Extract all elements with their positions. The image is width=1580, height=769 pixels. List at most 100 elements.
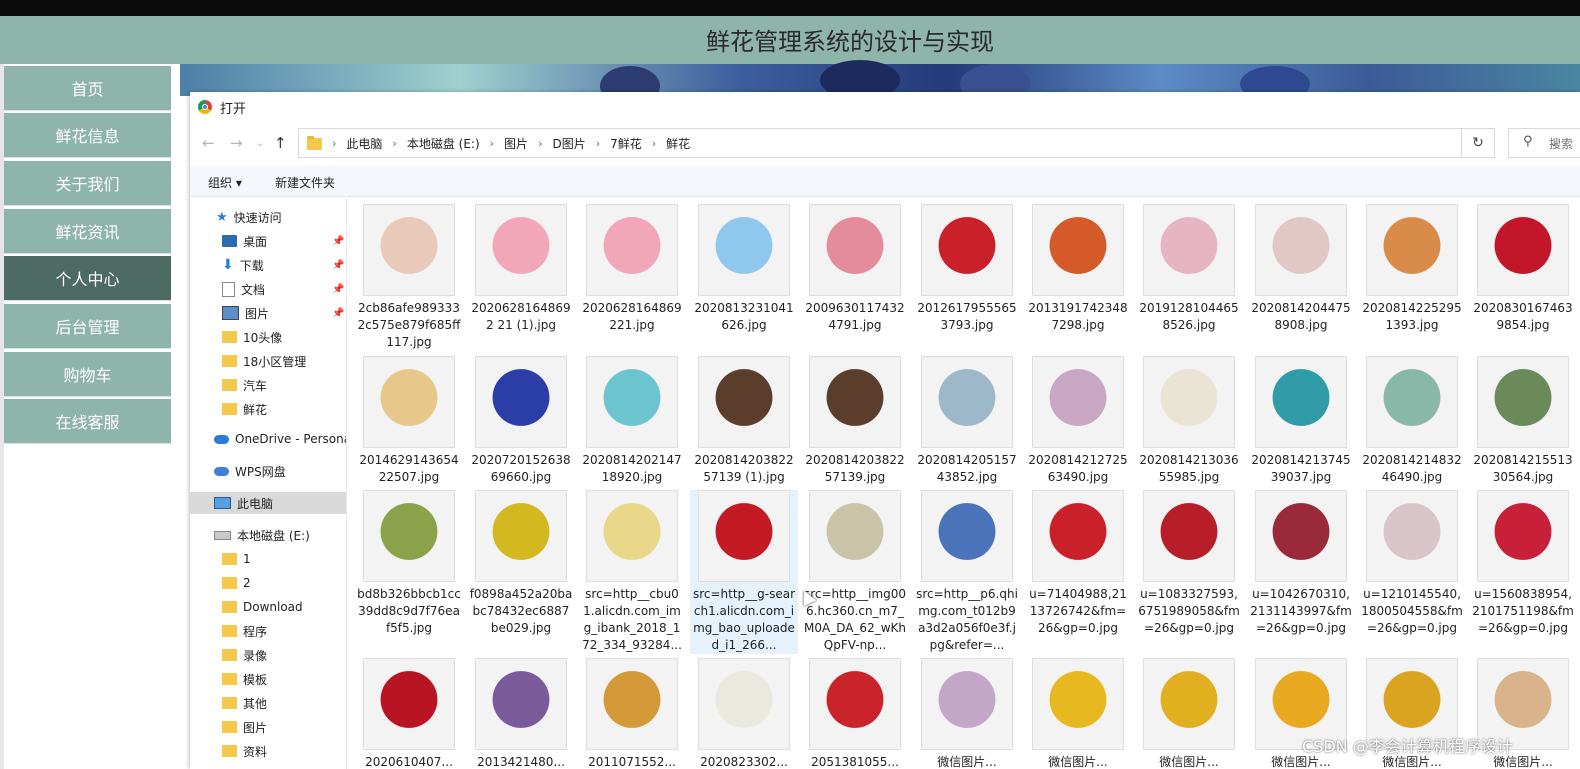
file-item[interactable]: src=http__img006.hc360.cn_m7_M0A_DA_62_w… (801, 490, 909, 654)
image-thumbnail (1143, 490, 1235, 582)
file-item[interactable]: 202081420382257139 (1).jpg (690, 356, 798, 486)
file-item[interactable]: 202081421303655985.jpg (1135, 356, 1243, 486)
file-item[interactable]: 2020813231041626.jpg (690, 204, 798, 334)
breadcrumb-item[interactable]: D图片 (552, 135, 585, 152)
up-arrow-icon[interactable]: ↑ (274, 134, 287, 152)
breadcrumb-separator[interactable]: › (490, 137, 494, 150)
file-item[interactable]: u=1083327593,6751989058&fm=26&gp=0.jpg (1135, 490, 1243, 637)
nav-cart[interactable]: 购物车 (4, 352, 171, 396)
file-item[interactable]: 201462914365422507.jpg (355, 356, 463, 486)
breadcrumb-item[interactable]: 7鲜花 (610, 135, 642, 152)
file-item[interactable]: 202081421483246490.jpg (1358, 356, 1466, 486)
nav-folder-item[interactable]: 1 (190, 548, 346, 570)
nav-flower-info[interactable]: 鲜花信息 (4, 113, 171, 157)
file-item[interactable]: 20208142044758908.jpg (1247, 204, 1355, 334)
search-input[interactable]: ⚲ 搜索 (1508, 128, 1580, 158)
nav-onedrive[interactable]: OneDrive - Persona (190, 428, 346, 450)
file-name: f0898a452a20babc78432ec6887be029.jpg (469, 587, 573, 635)
nav-folder-item[interactable]: 录像 (190, 644, 346, 666)
forward-arrow-icon[interactable]: → (230, 134, 243, 152)
nav-desktop[interactable]: 桌面 📌 (190, 230, 346, 252)
file-item[interactable]: 202081420515743852.jpg (913, 356, 1021, 486)
file-item[interactable]: 2020610407... (355, 658, 463, 769)
breadcrumb-item[interactable]: 本地磁盘 (E:) (407, 135, 480, 152)
image-thumbnail (698, 356, 790, 448)
recent-dropdown-icon[interactable]: ⌄ (256, 138, 264, 149)
nav-wps-cloud[interactable]: WPS网盘 (190, 460, 346, 482)
file-item[interactable]: 2020628164869221.jpg (578, 204, 686, 334)
file-item[interactable]: 2cb86afe9893332c575e879f685ff117.jpg (355, 204, 463, 351)
breadcrumb-item[interactable]: 鲜花 (666, 135, 690, 152)
pin-icon[interactable]: 📌 (332, 260, 344, 271)
breadcrumb-item[interactable]: 此电脑 (346, 135, 382, 152)
file-item[interactable]: 20096301174324791.jpg (801, 204, 909, 334)
address-bar[interactable]: › 此电脑 › 本地磁盘 (E:) › 图片 › D图片 › 7鲜花 › 鲜花 … (298, 128, 1558, 158)
new-folder-button[interactable]: 新建文件夹 (275, 174, 335, 191)
nav-folder-item[interactable]: 10头像 (190, 326, 346, 348)
file-item[interactable]: 202081421272563490.jpg (1024, 356, 1132, 486)
file-item[interactable]: 2051381055... (801, 658, 909, 769)
nav-folder-item[interactable]: 18小区管理 (190, 350, 346, 372)
file-item[interactable]: 2013421480... (467, 658, 575, 769)
breadcrumb-separator[interactable]: › (538, 137, 542, 150)
nav-flower-news[interactable]: 鲜花资讯 (4, 209, 171, 253)
file-item[interactable]: 20208301674639854.jpg (1469, 204, 1577, 334)
nav-documents[interactable]: 文档 📌 (190, 278, 346, 300)
nav-quick-access[interactable]: ★ 快速访问 (190, 206, 346, 228)
nav-this-pc[interactable]: 此电脑 (190, 492, 346, 514)
file-item[interactable]: u=1560838954,2101751198&fm=26&gp=0.jpg (1469, 490, 1577, 637)
file-item[interactable]: 20208142252951393.jpg (1358, 204, 1466, 334)
nav-folder-item[interactable]: 汽车 (190, 374, 346, 396)
organize-button[interactable]: 组织 ▾ (208, 174, 242, 191)
nav-downloads[interactable]: ⬇ 下载 📌 (190, 254, 346, 276)
file-item[interactable]: src=http__p6.qhimg.com_t012b9a3d2a056f0e… (913, 490, 1021, 654)
breadcrumb-separator[interactable]: › (392, 137, 396, 150)
nav-home[interactable]: 首页 (4, 66, 171, 110)
file-item[interactable]: 202072015263869660.jpg (467, 356, 575, 486)
nav-folder-item[interactable]: 2 (190, 572, 346, 594)
breadcrumb-separator[interactable]: › (332, 137, 336, 150)
nav-folder-item[interactable]: 模板 (190, 668, 346, 690)
file-item[interactable]: src=http__cbu01.alicdn.com_img_ibank_201… (578, 490, 686, 654)
pin-icon[interactable]: 📌 (332, 236, 344, 247)
file-item[interactable]: 202081420214718920.jpg (578, 356, 686, 486)
file-item[interactable]: 微信图片... (1024, 658, 1132, 769)
back-arrow-icon[interactable]: ← (202, 134, 215, 152)
file-item[interactable]: 202081421374539037.jpg (1247, 356, 1355, 486)
file-item[interactable]: 20206281648692 21 (1).jpg (467, 204, 575, 334)
file-item[interactable]: f0898a452a20babc78432ec6887be029.jpg (467, 490, 575, 637)
nav-local-disk[interactable]: 本地磁盘 (E:) (190, 524, 346, 546)
file-item[interactable]: bd8b326bbcb1cc39dd8c9d7f76eaf5f5.jpg (355, 490, 463, 637)
nav-folder-item[interactable]: 程序 (190, 620, 346, 642)
file-item[interactable]: 微信图片... (913, 658, 1021, 769)
refresh-icon[interactable]: ↻ (1462, 128, 1495, 158)
nav-folder-item[interactable]: 资料 (190, 740, 346, 762)
file-item[interactable]: 微信图片... (1135, 658, 1243, 769)
nav-folder-item[interactable]: Download (190, 596, 346, 618)
dialog-title-bar: 打开 (190, 92, 1580, 122)
file-item[interactable]: 202081421551330564.jpg (1469, 356, 1577, 486)
nav-folder-item[interactable]: 鲜花 (190, 398, 346, 420)
breadcrumb-separator[interactable]: › (596, 137, 600, 150)
file-item[interactable]: src=http__g-search1.alicdn.com_img_bao_u… (690, 490, 798, 654)
file-item[interactable]: 20126179555653793.jpg (913, 204, 1021, 334)
nav-pictures[interactable]: 图片 📌 (190, 302, 346, 324)
file-item[interactable]: u=1210145540,1800504558&fm=26&gp=0.jpg (1358, 490, 1466, 637)
pin-icon[interactable]: 📌 (332, 308, 344, 319)
file-item[interactable]: 2011071552... (578, 658, 686, 769)
nav-online-service[interactable]: 在线客服 (4, 399, 171, 443)
file-item[interactable]: 202081420382257139.jpg (801, 356, 909, 486)
file-item[interactable]: 20191281044658526.jpg (1135, 204, 1243, 334)
pin-icon[interactable]: 📌 (332, 284, 344, 295)
file-item[interactable]: 2020823302... (690, 658, 798, 769)
nav-folder-item[interactable]: 图片 (190, 716, 346, 738)
nav-about-us[interactable]: 关于我们 (4, 161, 171, 205)
breadcrumb-separator[interactable]: › (652, 137, 656, 150)
nav-personal-center[interactable]: 个人中心 (4, 256, 171, 300)
file-item[interactable]: u=1042670310,2131143997&fm=26&gp=0.jpg (1247, 490, 1355, 637)
file-item[interactable]: 20131917423487298.jpg (1024, 204, 1132, 334)
nav-folder-item[interactable]: 其他 (190, 692, 346, 714)
file-item[interactable]: u=71404988,2113726742&fm=26&gp=0.jpg (1024, 490, 1132, 637)
breadcrumb-item[interactable]: 图片 (504, 135, 528, 152)
nav-admin[interactable]: 后台管理 (4, 304, 171, 348)
